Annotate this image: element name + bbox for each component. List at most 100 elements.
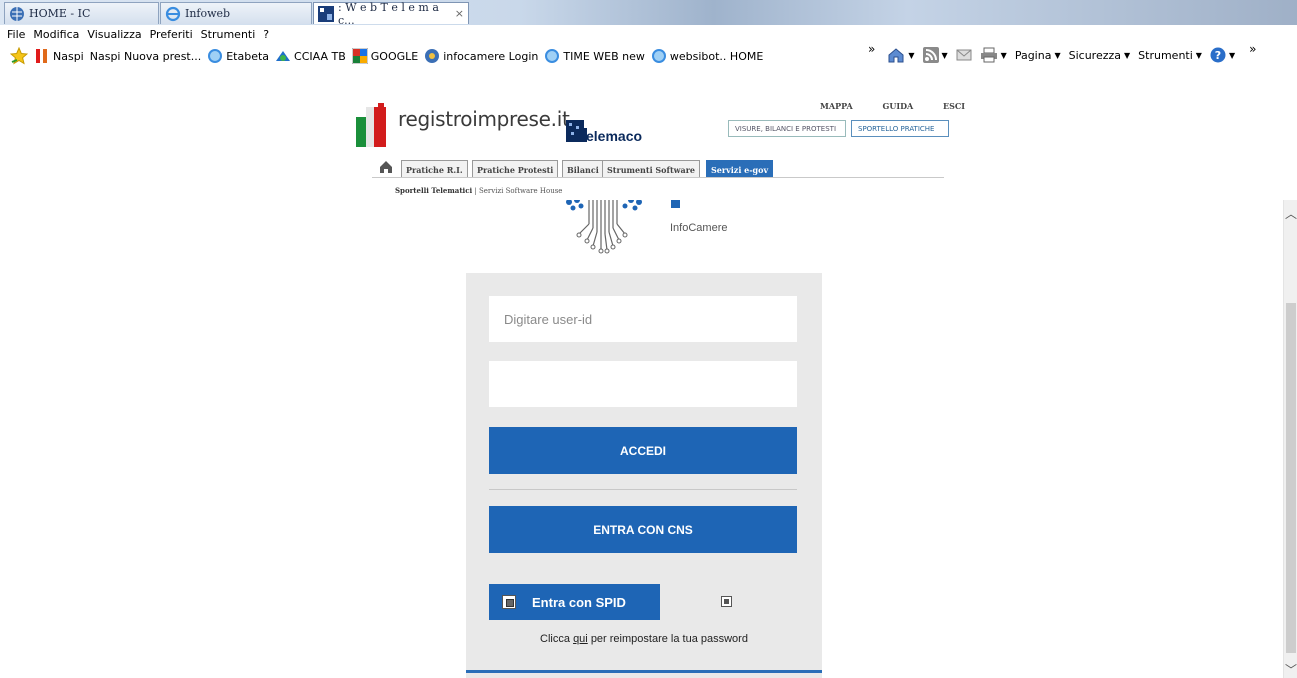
favorite-cciaa-tb[interactable]: CCIAA TB — [275, 48, 346, 64]
menu-strumenti[interactable]: Strumenti — [201, 28, 256, 41]
dropdown-arrow-icon: ▼ — [1000, 50, 1007, 60]
menu-file[interactable]: File — [7, 28, 25, 41]
nav-tab-bilanci[interactable]: Bilanci — [562, 160, 604, 178]
top-links: MAPPA GUIDA ESCI — [820, 101, 992, 111]
subnav-servizi-software-house[interactable]: Servizi Software House — [479, 187, 562, 195]
link-esci[interactable]: ESCI — [943, 101, 965, 111]
naspi-icon — [36, 49, 47, 63]
entra-con-spid-button[interactable]: Entra con SPID — [489, 584, 660, 620]
switch-visure[interactable]: VISURE, BILANCI E PROTESTI — [728, 120, 846, 137]
globe-icon — [425, 49, 440, 63]
nav-tab-pratiche-protesti[interactable]: Pratiche Protesti — [472, 160, 559, 178]
password-input[interactable] — [489, 361, 797, 407]
page-menu[interactable]: Pagina ▼ — [1015, 49, 1061, 62]
menu-preferiti[interactable]: Preferiti — [150, 28, 193, 41]
tab-infoweb[interactable]: Infoweb — [160, 2, 312, 24]
more-favorites-chevron-icon[interactable]: » — [868, 42, 875, 56]
svg-text:?: ? — [1215, 49, 1221, 62]
entra-con-cns-button[interactable]: ENTRA CON CNS — [489, 506, 797, 553]
mail-button[interactable] — [956, 48, 972, 62]
tools-menu-label: Strumenti — [1138, 48, 1193, 62]
help-button[interactable]: ? ▼ — [1210, 47, 1235, 63]
ie-page-icon — [208, 49, 223, 63]
reset-password-link[interactable]: qui — [573, 633, 588, 645]
reset-password-text: Clicca qui per reimpostare la tua passwo… — [466, 633, 822, 645]
nav-tab-pratiche-ri[interactable]: Pratiche R.I. — [401, 160, 468, 178]
tab-label: : W e b T e l e m a c... — [338, 0, 439, 27]
link-guida[interactable]: GUIDA — [883, 101, 914, 111]
registroimprese-logo-text[interactable]: registroimprese.it — [398, 107, 570, 131]
favorite-label: CCIAA TB — [294, 49, 346, 63]
dropdown-arrow-icon: ▼ — [1124, 50, 1131, 60]
mail-icon — [956, 49, 972, 61]
registroimprese-logo-icon[interactable] — [356, 103, 388, 147]
scroll-up-icon[interactable]: ︿ — [1284, 206, 1297, 221]
favorite-google[interactable]: GOOGLE — [351, 48, 419, 64]
userid-input[interactable] — [489, 296, 797, 342]
switch-sportello-pratiche[interactable]: SPORTELLO PRATICHE — [851, 120, 949, 137]
subnav: Sportelli Telematici | Servizi Software … — [395, 186, 562, 195]
spid-image-placeholder-icon — [502, 595, 516, 609]
more-commands-chevron-icon[interactable]: » — [1249, 42, 1256, 56]
printer-icon — [980, 47, 997, 63]
security-menu-label: Sicurezza — [1068, 48, 1122, 62]
reset-prefix: Clicca — [540, 633, 570, 645]
subnav-separator: | — [474, 187, 477, 195]
menu-modifica[interactable]: Modifica — [33, 28, 79, 41]
home-button[interactable]: ▼ — [887, 47, 915, 63]
help-icon: ? — [1210, 47, 1226, 63]
globe-icon — [10, 6, 24, 21]
command-bar: » ▼ ▼ ▼ Pagina ▼ Sicurezza ▼ Strumenti ▼ ? … — [868, 42, 1264, 63]
dropdown-arrow-icon: ▼ — [941, 50, 948, 60]
dropdown-arrow-icon: ▼ — [1054, 50, 1061, 60]
tab-label: HOME - IC — [29, 7, 91, 20]
tab-webtelemaco[interactable]: : W e b T e l e m a c... × — [313, 0, 469, 27]
login-panel: ACCEDI ENTRA CON CNS Entra con SPID Clic… — [466, 273, 822, 678]
vertical-scrollbar[interactable]: ︿ ﹀ — [1283, 200, 1297, 678]
tab-label: Infoweb — [185, 7, 231, 20]
favorite-websibot-home[interactable]: websibot.. HOME — [651, 48, 763, 64]
dropdown-arrow-icon: ▼ — [908, 50, 915, 60]
favorite-label: infocamere Login — [443, 49, 539, 63]
accedi-button[interactable]: ACCEDI — [489, 427, 797, 474]
feeds-button[interactable]: ▼ — [922, 47, 948, 63]
dropdown-arrow-icon: ▼ — [1195, 50, 1202, 60]
subnav-sportelli-telematici[interactable]: Sportelli Telematici — [395, 186, 472, 195]
page-menu-label: Pagina — [1014, 48, 1052, 62]
cciaa-icon — [276, 51, 291, 61]
scroll-down-icon[interactable]: ﹀ — [1284, 662, 1297, 677]
close-tab-icon[interactable]: × — [455, 7, 464, 20]
login-frame: InfoCamere ACCEDI ENTRA CON CNS Entra co… — [6, 200, 1283, 678]
favorite-infocamere-login[interactable]: infocamere Login — [424, 48, 538, 64]
tab-home-ic[interactable]: HOME - IC — [4, 2, 159, 24]
ie-icon — [165, 6, 181, 21]
favorite-naspi[interactable]: Naspi — [34, 48, 84, 64]
home-icon[interactable] — [379, 160, 393, 174]
menu-help[interactable]: ? — [263, 28, 269, 41]
favorite-label: Naspi — [53, 49, 84, 63]
tools-menu[interactable]: Strumenti ▼ — [1138, 49, 1202, 62]
form-divider — [489, 489, 797, 490]
favorites-star-icon[interactable] — [10, 47, 28, 65]
login-panel-bottom-bar — [466, 670, 822, 673]
nav-tab-strumenti-software[interactable]: Strumenti Software — [602, 160, 701, 178]
broken-image-icon — [721, 596, 732, 607]
scrollbar-thumb[interactable] — [1286, 303, 1296, 653]
site-header: registroimprese.it elemaco MAPPA GUIDA E… — [0, 70, 1297, 200]
google-icon — [351, 48, 368, 64]
print-button[interactable]: ▼ — [980, 47, 1007, 63]
favorite-time-web-new[interactable]: TIME WEB new — [544, 48, 645, 64]
link-mappa[interactable]: MAPPA — [820, 101, 853, 111]
security-menu[interactable]: Sicurezza ▼ — [1069, 49, 1131, 62]
spid-button-label: Entra con SPID — [532, 594, 626, 610]
ie-page-icon — [651, 49, 666, 63]
nav-tab-servizi-egov[interactable]: Servizi e-gov — [706, 160, 774, 178]
menu-visualizza[interactable]: Visualizza — [87, 28, 141, 41]
favorite-label: TIME WEB new — [563, 49, 645, 63]
dropdown-arrow-icon: ▼ — [1228, 50, 1236, 60]
rss-feed-icon — [922, 47, 939, 63]
favorite-naspi-nuova[interactable]: Naspi Nuova prest... — [90, 50, 201, 63]
telemaco-logo-text: elemaco — [586, 128, 643, 144]
favorite-etabeta[interactable]: Etabeta — [207, 48, 269, 64]
favorite-label: GOOGLE — [370, 49, 419, 63]
